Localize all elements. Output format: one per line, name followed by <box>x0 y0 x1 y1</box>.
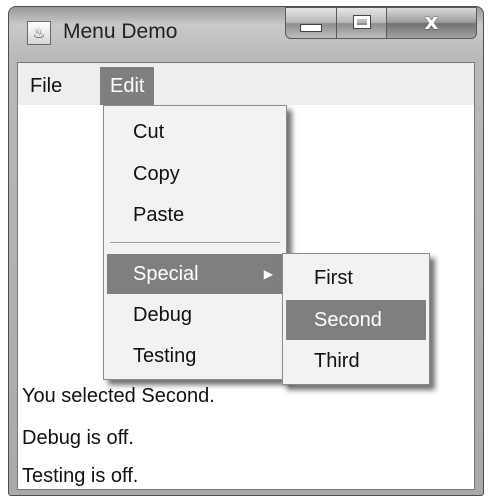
content-pane: File Edit You selected Second. Debug is … <box>17 62 475 490</box>
debug-status: Debug is off. <box>22 427 134 449</box>
testing-status: Testing is off. <box>22 465 139 487</box>
menu-item-paste[interactable]: Paste <box>107 195 283 235</box>
window-controls: x <box>285 7 477 41</box>
menu-edit[interactable]: Edit <box>100 67 155 105</box>
menu-item-special[interactable]: Special ▶ <box>107 254 283 294</box>
menu-item-cut[interactable]: Cut <box>107 112 283 152</box>
special-submenu-popup: First Second Third <box>282 253 430 385</box>
maximize-button[interactable] <box>337 7 387 39</box>
window-frame: ♨ Menu Demo x File Edit You selected Sec… <box>8 6 484 496</box>
maximize-icon <box>352 15 371 29</box>
minimize-icon <box>300 24 322 32</box>
menu-item-first[interactable]: First <box>286 258 426 298</box>
submenu-arrow-icon: ▶ <box>263 267 273 281</box>
minimize-button[interactable] <box>285 7 337 39</box>
menu-item-copy[interactable]: Copy <box>107 154 283 194</box>
title-bar[interactable]: ♨ Menu Demo x <box>9 7 483 62</box>
menu-item-testing[interactable]: Testing <box>107 336 283 376</box>
window-title: Menu Demo <box>63 20 178 43</box>
menu-file[interactable]: File <box>20 67 72 105</box>
close-button[interactable]: x <box>387 7 477 39</box>
menu-item-special-label: Special <box>133 263 199 285</box>
java-app-icon[interactable]: ♨ <box>27 21 51 45</box>
close-icon: x <box>424 10 439 35</box>
menu-item-third[interactable]: Third <box>286 341 426 381</box>
edit-menu-popup: Cut Copy Paste Special ▶ Debug Testing <box>103 105 287 380</box>
menu-bar: File Edit <box>18 63 474 105</box>
menu-separator <box>110 242 280 244</box>
selection-status: You selected Second. <box>22 385 215 407</box>
menu-item-second[interactable]: Second <box>286 300 426 340</box>
menu-item-debug[interactable]: Debug <box>107 295 283 335</box>
